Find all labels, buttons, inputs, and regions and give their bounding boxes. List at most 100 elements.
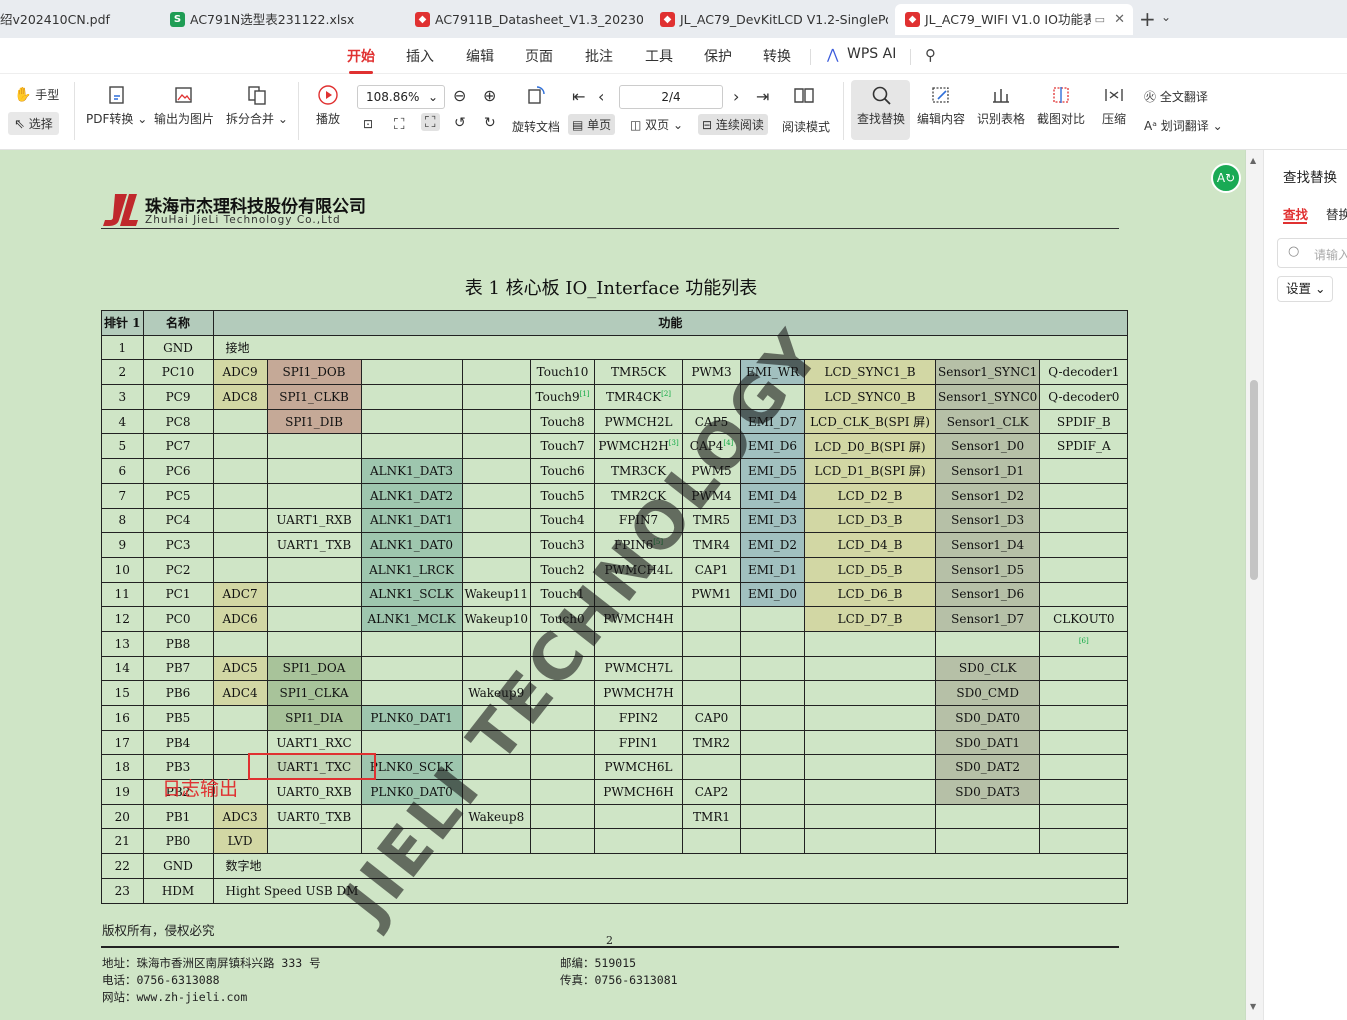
table-cell: PWMCH7H xyxy=(594,680,684,706)
screenshot-compare-button[interactable]: 截图对比 xyxy=(1037,84,1085,127)
rotate-left-icon[interactable]: ↺ xyxy=(454,115,466,131)
table-icon xyxy=(993,89,1009,103)
table-cell: SPDIF_A xyxy=(1039,433,1129,460)
hand-label: 手型 xyxy=(35,88,60,102)
table-row: 19 PB2 UART0_RXB PLNK0_DAT0 PWMCH6H CAP2 SD0_D… xyxy=(101,779,1129,805)
tab-3[interactable]: ◆ JL_AC79_DevKitLCD V1.2-SinglePo xyxy=(650,4,888,35)
table-cell: CAP0 xyxy=(682,705,742,731)
continuous-icon: ⊟ xyxy=(702,118,713,132)
window-icon[interactable]: ▭ xyxy=(1090,4,1105,35)
zoom-out-icon[interactable]: ⊖ xyxy=(453,86,466,105)
cell-text: EMI_D4 xyxy=(748,488,798,503)
table-cell xyxy=(740,729,806,756)
settings-dropdown[interactable]: 设置 ⌄ xyxy=(1277,276,1333,302)
settings-label: 设置 xyxy=(1286,281,1312,296)
edit-content-button[interactable]: 编辑内容 xyxy=(917,84,965,127)
table-cell: 18 xyxy=(101,754,144,781)
footer-phone: 电话：0756-6313088 xyxy=(102,973,220,987)
tab-4[interactable]: ◆ JL_AC79_WIFI V1.0 IO功能表 ✕ ▭ xyxy=(895,4,1133,35)
table-row: 16 PB5 SPI1_DIA PLNK0_DAT1 FPIN2 CAP0 SD0_DAT0 xyxy=(101,705,1129,731)
rotate-right-icon[interactable]: ↻ xyxy=(484,115,496,131)
menu-0[interactable]: 开始 xyxy=(347,46,375,74)
next-page-icon[interactable]: › xyxy=(733,87,739,106)
footnote-ref: [3] xyxy=(668,439,679,448)
table-cell: Touch4 xyxy=(530,507,596,534)
tab-1[interactable]: S AC791N选型表231122.xlsx xyxy=(160,4,398,35)
export-image-button[interactable]: 输出为图片 xyxy=(154,84,214,127)
menu-2[interactable]: 编辑 xyxy=(466,46,494,66)
table-cell: SPI1_DOB xyxy=(266,359,362,386)
full-translate-button[interactable]: ㊋ 全文翻译 xyxy=(1144,88,1208,105)
table-cell: UART1_RXC xyxy=(266,729,362,756)
menu-1[interactable]: 插入 xyxy=(406,46,434,66)
cell-text: PWM5 xyxy=(691,463,732,478)
page-number-input[interactable]: 2/4 xyxy=(619,85,723,109)
fit-width-icon[interactable]: ⛶ xyxy=(421,113,440,131)
continuous-reading-button[interactable]: ⊟ 连续阅读 xyxy=(698,114,768,135)
search-field[interactable]: ○ 请输入 xyxy=(1277,238,1347,268)
table-cell xyxy=(360,828,463,855)
menu-7[interactable]: 转换 xyxy=(763,46,791,66)
document-viewport: 珠海市杰理科技股份有限公司 ZhuHai JieLi Technology Co… xyxy=(0,150,1263,1020)
table-cell: Q-decoder1 xyxy=(1039,359,1129,386)
cell-text: Wakeup9 xyxy=(468,686,525,701)
cell-text: LCD_CLK_B(SPI 屏) xyxy=(810,415,930,430)
last-page-icon[interactable]: ⇥ xyxy=(756,87,769,106)
table-cell xyxy=(804,779,937,805)
find-replace-button[interactable]: 查找替换 xyxy=(857,84,905,127)
menu-8[interactable]: WPS AI xyxy=(847,46,896,62)
word-translate-button[interactable]: Aᵃ 划词翻译 ⌄ xyxy=(1144,117,1223,134)
cell-text: EMI_D6 xyxy=(748,439,798,454)
cell-text: SD0_DAT0 xyxy=(955,710,1021,725)
scroll-down-icon[interactable]: ▼ xyxy=(1250,1002,1256,1011)
table-cell xyxy=(266,581,362,608)
compress-button[interactable]: 压缩 xyxy=(1102,84,1126,127)
menu-6[interactable]: 保护 xyxy=(704,46,732,66)
table-cell: Touch1 xyxy=(530,581,596,608)
first-page-icon[interactable]: ⇤ xyxy=(572,87,585,106)
translate-float-button[interactable]: A↻ xyxy=(1211,163,1241,193)
fit-page-icon[interactable]: ⛶ xyxy=(394,115,405,133)
prev-page-icon[interactable]: ‹ xyxy=(598,87,604,106)
hand-tool[interactable]: ✋ 手型 xyxy=(14,86,59,103)
reading-mode-button[interactable]: 阅读模式 xyxy=(782,118,830,135)
play-button[interactable]: 播放 xyxy=(316,84,340,127)
scroll-up-icon[interactable]: ▲ xyxy=(1250,156,1256,165)
select-tool[interactable]: ⇖ 选择 xyxy=(8,112,59,135)
cell-text: TMR5 xyxy=(693,513,731,528)
reading-book-icon[interactable] xyxy=(793,84,815,110)
menu-5[interactable]: 工具 xyxy=(645,46,673,66)
table-cell: PWMCH2L xyxy=(594,408,684,435)
new-tab-icon[interactable]: + xyxy=(1139,7,1156,31)
recognize-table-button[interactable]: 识别表格 xyxy=(977,84,1025,127)
table-cell: [6] xyxy=(1039,630,1129,657)
zoom-in-icon[interactable]: ⊕ xyxy=(483,86,496,105)
tab-replace[interactable]: 替换 xyxy=(1326,204,1347,223)
tab-0[interactable]: 绍v202410CN.pdf xyxy=(0,4,150,35)
cell-text: UART1_RXB xyxy=(276,513,352,528)
table-cell: ADC9 xyxy=(212,359,268,386)
table-cell: LCD_D6_B xyxy=(804,581,937,608)
single-page-button[interactable]: ▤ 单页 xyxy=(568,114,616,135)
rotate-document-button[interactable]: 旋转文档 xyxy=(512,118,560,135)
tab-find[interactable]: 查找 xyxy=(1283,204,1308,223)
actual-size-icon[interactable]: ⊡ xyxy=(363,117,373,131)
table-cell xyxy=(212,433,268,460)
scrollbar-thumb[interactable] xyxy=(1250,380,1258,580)
table-cell: CLKOUT0 xyxy=(1039,606,1129,632)
vertical-scrollbar[interactable]: ▲ ▼ xyxy=(1246,150,1263,1020)
tab-2[interactable]: ◆ AC7911B_Datasheet_V1.3_20230306 xyxy=(405,4,643,35)
menu-3[interactable]: 页面 xyxy=(525,46,553,66)
close-icon[interactable]: ✕ xyxy=(1114,4,1125,35)
cell-text: PWM3 xyxy=(691,365,732,380)
double-page-button[interactable]: ◫ 双页 ⌄ xyxy=(630,116,683,133)
pdf-convert-button[interactable]: PDF转换 ⌄ xyxy=(86,84,147,127)
rotate-page-icon[interactable] xyxy=(525,84,547,110)
tab-list-chevron-icon[interactable]: ⌄ xyxy=(1161,10,1171,24)
log-output-highlight-box xyxy=(248,753,376,780)
search-icon[interactable]: ⚲ xyxy=(925,46,936,64)
zoom-select[interactable]: 108.86% ⌄ xyxy=(357,85,445,109)
menu-4[interactable]: 批注 xyxy=(585,46,613,66)
split-merge-button[interactable]: 拆分合并 ⌄ xyxy=(226,84,288,127)
table-cell: TMR3CK xyxy=(594,458,684,484)
